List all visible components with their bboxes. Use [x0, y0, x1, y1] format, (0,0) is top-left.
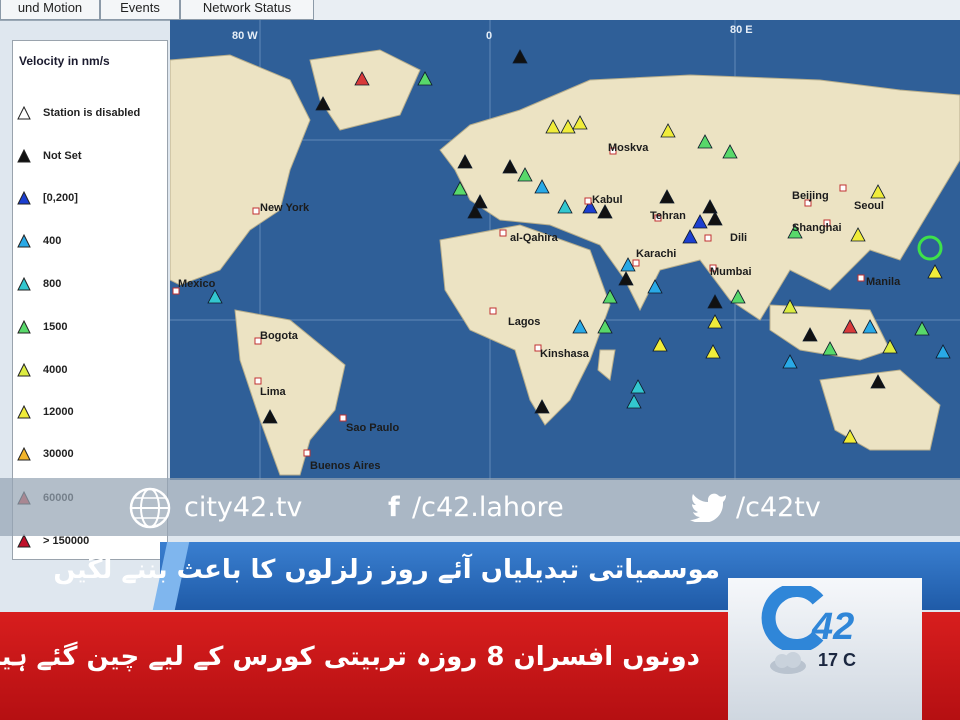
news-broadcast-screen: und Motion Events Network Status 80 W 0 … [0, 0, 960, 720]
city-label: Shanghai [792, 222, 842, 234]
triangle-icon [17, 191, 31, 205]
city-label: Seoul [854, 200, 884, 212]
city-label: New York [260, 202, 310, 214]
triangle-icon [17, 234, 31, 248]
triangle-icon [17, 534, 31, 548]
city-label: Beijing [792, 190, 829, 202]
city-label: Mumbai [710, 266, 752, 278]
legend-item: 1500 [17, 319, 167, 337]
triangle-icon [17, 405, 31, 419]
social-media-bar: city42.tv f /c42.lahore /c42tv [0, 478, 960, 536]
globe-icon [129, 487, 171, 529]
city-label: Mexico [178, 278, 216, 290]
headline-text: موسمیاتی تبدیلیاں آئے روز زلزلوں کا باعث… [53, 555, 720, 585]
city-label: al-Qahira [510, 232, 558, 244]
legend-item: 400 [17, 233, 167, 251]
city-label: Lima [260, 386, 286, 398]
world-map-canvas [169, 20, 960, 480]
legend-title: Velocity in nm/s [19, 54, 110, 68]
breaking-news-text: دونوں افسران 8 روزہ تربیتی کورس کے لیے چ… [0, 642, 700, 672]
tab-ground-motion[interactable]: und Motion [0, 0, 100, 20]
legend-item: Not Set [17, 148, 167, 166]
city-label: Manila [866, 276, 901, 288]
legend-item: 30000 [17, 446, 167, 464]
triangle-icon [17, 149, 31, 163]
facebook-icon: f [388, 492, 400, 523]
city-label: Sao Paulo [346, 422, 400, 434]
city-label: Dili [730, 232, 748, 244]
city-label: Buenos Aires [310, 460, 381, 472]
grid-label-east: 80 E [730, 24, 753, 36]
channel-logo-text: 42 [812, 606, 855, 648]
grid-label-zero: 0 [486, 30, 493, 42]
triangle-icon [17, 320, 31, 334]
city-label: Bogota [260, 330, 298, 342]
city-label: Kinshasa [540, 348, 589, 360]
tab-events[interactable]: Events [100, 0, 180, 20]
city-label: Tehran [650, 210, 686, 222]
tab-network-status[interactable]: Network Status [180, 0, 314, 20]
tab-bar: und Motion Events Network Status [0, 0, 960, 21]
grid-label-west: 80 W [232, 30, 258, 42]
city-label: Moskva [608, 142, 649, 154]
world-map[interactable]: 80 W 0 80 E New York Mexico Bogota Lima … [169, 20, 960, 480]
city-label: Karachi [636, 248, 677, 260]
triangle-icon [17, 277, 31, 291]
legend-item: 4000 [17, 362, 167, 380]
station-disabled-icon [17, 106, 31, 120]
cloud-icon [770, 652, 806, 674]
legend-item: Station is disabled [17, 105, 167, 123]
legend-item: [0,200] [17, 190, 167, 208]
city-label: Lagos [508, 316, 541, 328]
city-label: Kabul [592, 194, 623, 206]
website-text: city42.tv [184, 492, 303, 523]
twitter-icon [690, 493, 726, 522]
twitter-text: /c42tv [736, 492, 821, 523]
legend-item: 12000 [17, 404, 167, 422]
legend-item: 800 [17, 276, 167, 294]
triangle-icon [17, 363, 31, 377]
temperature-text: 17 C [818, 650, 857, 670]
triangle-icon [17, 447, 31, 461]
facebook-text: /c42.lahore [412, 492, 564, 523]
